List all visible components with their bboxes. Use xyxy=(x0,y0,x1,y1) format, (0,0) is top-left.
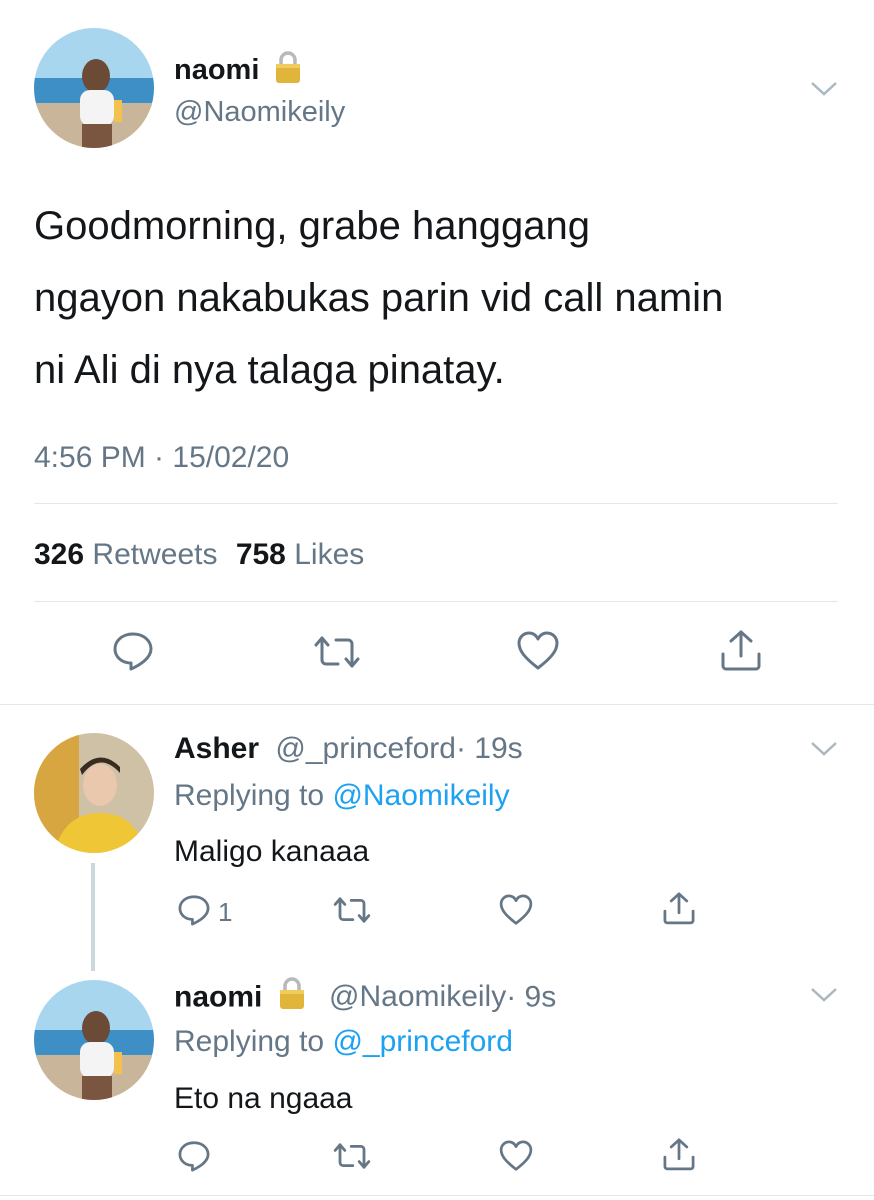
like-icon[interactable] xyxy=(498,893,534,927)
retweets-stat[interactable]: 326 Retweets xyxy=(34,538,226,571)
replying-prefix: Replying to xyxy=(174,779,325,812)
tweet-stats: 326 Retweets 758 Likes xyxy=(34,535,364,575)
share-icon[interactable] xyxy=(718,628,764,672)
reply-header: Asher @_princeford· 19s xyxy=(174,729,523,769)
lock-icon xyxy=(273,50,303,93)
handle[interactable]: @_princeford xyxy=(275,732,456,765)
like-icon[interactable] xyxy=(498,1139,534,1173)
like-icon[interactable] xyxy=(515,630,561,672)
share-icon[interactable] xyxy=(661,890,697,926)
retweets-label: Retweets xyxy=(92,538,218,571)
tweet-timestamp[interactable]: 4:56 PM · 15/02/20 xyxy=(34,438,289,478)
reply-text: Eto na ngaaa xyxy=(174,1082,353,1115)
tweet-text: Goodmorning, grabe hanggang ngayon nakab… xyxy=(34,190,854,406)
avatar-asher[interactable] xyxy=(34,733,154,853)
reply-icon[interactable] xyxy=(176,893,212,927)
author-handle[interactable]: @Naomikeily xyxy=(174,94,345,130)
retweets-count: 326 xyxy=(34,538,85,571)
section-divider xyxy=(0,1195,874,1196)
reply-time[interactable]: · 9s xyxy=(506,980,556,1013)
replying-to-link[interactable]: @_princeford xyxy=(332,1025,513,1058)
share-icon[interactable] xyxy=(661,1136,697,1172)
handle[interactable]: @Naomikeily xyxy=(329,980,506,1013)
author-header: naomi xyxy=(174,50,303,93)
chevron-down-icon[interactable] xyxy=(810,80,838,103)
retweet-icon[interactable] xyxy=(312,634,362,670)
reply-count: 1 xyxy=(218,897,233,927)
retweet-icon[interactable] xyxy=(332,1141,372,1171)
likes-label: Likes xyxy=(294,538,365,571)
likes-stat[interactable]: 758 Likes xyxy=(236,538,364,571)
divider xyxy=(34,503,838,504)
display-name[interactable]: Asher xyxy=(174,732,259,765)
avatar-naomi[interactable] xyxy=(34,28,154,148)
reply-text: Maligo kanaaa xyxy=(174,835,370,868)
reply-time[interactable]: · 19s xyxy=(456,732,523,765)
chevron-down-icon[interactable] xyxy=(810,986,838,1009)
display-name[interactable]: naomi xyxy=(174,980,262,1013)
replying-to: Replying to @Naomikeily xyxy=(174,776,510,816)
tweet-text-line: ngayon nakabukas parin vid call namin xyxy=(34,276,724,320)
replying-to: Replying to @_princeford xyxy=(174,1022,513,1062)
tweet-text-line: ni Ali di nya talaga pinatay. xyxy=(34,348,505,392)
connector-line xyxy=(91,863,95,971)
chevron-down-icon[interactable] xyxy=(810,740,838,763)
avatar-naomi[interactable] xyxy=(34,980,154,1100)
tweet-text-line: Goodmorning, grabe hanggang xyxy=(34,204,590,248)
display-name[interactable]: naomi xyxy=(174,54,259,86)
reply-header: naomi @Naomikeily· 9s xyxy=(174,976,556,1021)
replying-prefix: Replying to xyxy=(174,1025,325,1058)
replying-to-link[interactable]: @Naomikeily xyxy=(332,779,509,812)
lock-icon xyxy=(277,976,307,1021)
reply-icon[interactable] xyxy=(110,630,156,672)
divider xyxy=(34,601,838,602)
retweet-icon[interactable] xyxy=(332,895,372,925)
likes-count: 758 xyxy=(235,538,286,571)
reply-icon[interactable] xyxy=(176,1139,212,1173)
section-divider xyxy=(0,704,874,705)
